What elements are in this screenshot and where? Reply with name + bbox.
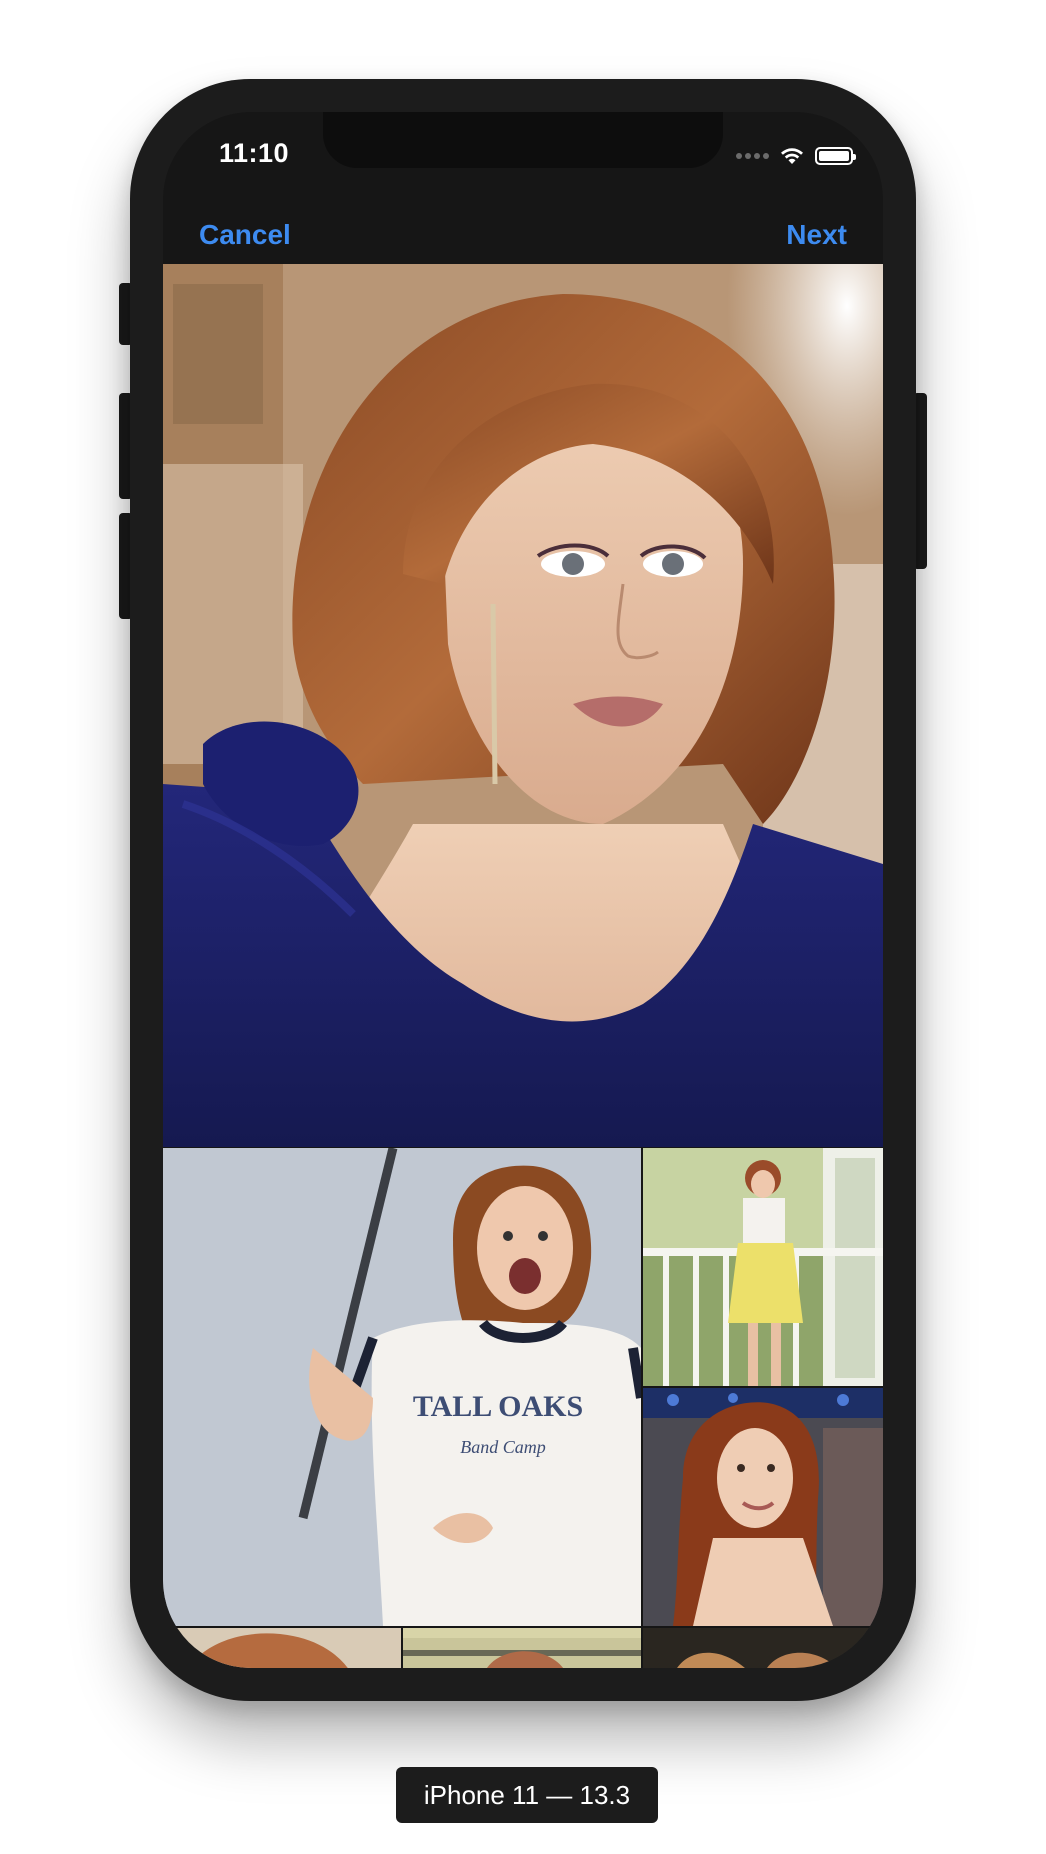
wifi-icon xyxy=(781,148,803,164)
simulator-stage: 11:10 Cancel Next TALL OAKS Band Camp iP… xyxy=(0,0,1046,1854)
band-camp-text: Band Camp xyxy=(460,1437,546,1457)
device-screen: 11:10 Cancel Next TALL OAKS Band Camp xyxy=(163,112,883,1668)
photo-tile[interactable] xyxy=(643,1148,883,1386)
photo-tile[interactable] xyxy=(403,1628,641,1668)
photo-partial-2 xyxy=(403,1628,641,1668)
photo-tile[interactable]: TALL OAKS Band Camp xyxy=(163,1148,641,1626)
signal-dots-icon xyxy=(736,153,769,159)
next-button[interactable]: Next xyxy=(786,219,847,251)
photo-tile[interactable] xyxy=(643,1388,883,1626)
cancel-button[interactable]: Cancel xyxy=(199,219,291,251)
device-frame: 11:10 Cancel Next TALL OAKS Band Camp xyxy=(130,79,916,1701)
simulator-device-label: iPhone 11 — 13.3 xyxy=(396,1767,658,1823)
photo-partial-1 xyxy=(163,1628,401,1668)
status-icons xyxy=(736,144,856,168)
portrait-photo xyxy=(163,264,883,1147)
photo-tile[interactable] xyxy=(163,1628,401,1668)
status-time: 11:10 xyxy=(219,138,290,168)
photo-tile[interactable] xyxy=(643,1628,883,1668)
tall-oaks-text: TALL OAKS xyxy=(413,1390,583,1423)
selected-photo-preview[interactable] xyxy=(163,264,883,1147)
photo-flute-band-camp: TALL OAKS Band Camp xyxy=(163,1148,641,1626)
photo-grid: TALL OAKS Band Camp xyxy=(163,1148,883,1668)
notch xyxy=(323,112,723,168)
battery-icon xyxy=(815,147,856,165)
photo-yellow-skirt xyxy=(643,1148,883,1386)
photo-red-hair-portrait xyxy=(643,1388,883,1626)
photo-partial-3 xyxy=(643,1628,883,1668)
